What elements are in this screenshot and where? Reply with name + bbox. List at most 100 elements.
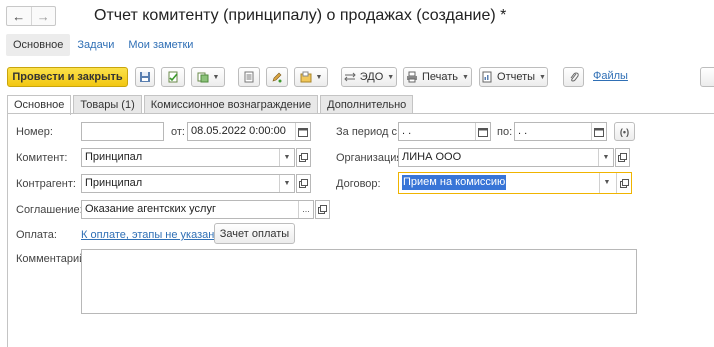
period-to-calendar-button[interactable] [591,123,606,140]
history-nav: ← → [6,6,56,26]
ellipsis-icon: ... [302,204,310,214]
organization-input[interactable]: ЛИНА ООО ▼ [398,148,614,167]
calendar-icon [594,127,604,137]
number-input[interactable] [81,122,164,141]
agreement-value: Оказание агентских услуг [85,203,216,215]
counterparty-value: Принципал [85,177,143,189]
period-select-button[interactable]: (•) [614,122,635,141]
chevron-down-icon: ▼ [602,154,610,161]
attach-button[interactable]: ▼ [294,67,328,87]
committent-input[interactable]: Принципал ▼ [81,148,295,167]
agreement-input[interactable]: Оказание агентских услуг ... [81,200,314,219]
chevron-down-icon: ▼ [539,73,546,81]
committent-dropdown-button[interactable]: ▼ [279,149,294,166]
agreement-label: Соглашение: [16,204,83,216]
committent-label: Комитент: [16,152,68,164]
calendar-button[interactable] [295,123,310,140]
agreement-open-button[interactable] [315,200,330,219]
contract-label: Договор: [336,178,381,190]
open-window-icon [299,179,308,188]
reports-button[interactable]: Отчеты ▼ [479,67,548,87]
back-button[interactable]: ← [7,7,31,25]
open-window-icon [618,153,627,162]
attachments-button[interactable] [563,67,584,87]
comment-label: Комментарий: [16,253,89,265]
open-window-icon [299,153,308,162]
date-value: 08.05.2022 0:00:00 [191,125,286,137]
edo-button[interactable]: ЭДО ▼ [341,67,397,87]
edit-button[interactable] [266,67,288,87]
date-input[interactable]: 08.05.2022 0:00:00 [187,122,311,141]
chevron-down-icon: ▼ [283,180,291,187]
payment-link[interactable]: К оплате, этапы не указаны [81,229,222,241]
create-based-on-button[interactable]: ▼ [191,67,225,87]
period-to-value: . . [518,125,528,137]
contract-value: Прием на комиссию [402,175,507,190]
printer-icon [407,71,417,83]
counterparty-input[interactable]: Принципал ▼ [81,174,295,193]
counterparty-label: Контрагент: [16,178,76,190]
subnav-tasks[interactable]: Задачи [70,34,121,56]
create-based-on-icon [197,72,209,83]
comment-textarea[interactable] [81,249,637,314]
calendar-icon [298,127,308,137]
save-button[interactable] [135,67,155,87]
payment-label: Оплата: [16,229,57,241]
calendar-icon [478,127,488,137]
chevron-down-icon: ▼ [315,73,323,81]
files-link[interactable]: Файлы [593,70,628,82]
subnav-main[interactable]: Основное [6,34,71,56]
contract-dropdown-button[interactable]: ▼ [599,173,614,193]
committent-open-button[interactable] [296,148,311,167]
counterparty-open-button[interactable] [296,174,311,193]
organization-open-button[interactable] [615,148,630,167]
chevron-down-icon: ▼ [387,73,395,81]
contract-input[interactable]: Прием на комиссию ▼ [398,172,632,194]
chevron-down-icon: ▼ [212,73,220,81]
period-from-label: За период с: [336,126,401,138]
contract-open-button[interactable] [616,173,631,193]
document-movements-button[interactable] [238,67,260,87]
period-from-input[interactable]: . . [398,122,491,141]
agreement-select-button[interactable]: ... [298,201,313,218]
more-actions-button[interactable] [700,67,714,87]
arrow-left-icon: ← [12,8,26,24]
tab-commission[interactable]: Комиссионное вознаграждение [143,95,319,114]
report-icon [482,71,492,83]
edo-label: ЭДО [359,71,384,83]
payment-offset-button[interactable]: Зачет оплаты [214,223,295,244]
window-title: Отчет комитенту (принципалу) о продажах … [94,7,507,24]
period-from-value: . . [402,125,412,137]
tab-goods[interactable]: Товары (1) [73,95,142,114]
tab-additional[interactable]: Дополнительно [320,95,414,114]
counterparty-dropdown-button[interactable]: ▼ [279,175,294,192]
panel-border [7,113,8,347]
open-window-icon [318,205,327,214]
print-label: Печать [422,71,459,83]
period-select-icon: (•) [619,126,630,137]
organization-dropdown-button[interactable]: ▼ [598,149,613,166]
period-from-calendar-button[interactable] [475,123,490,140]
open-window-icon [619,178,629,188]
edo-icon [344,72,356,82]
post-document-icon [168,71,178,83]
tab-main[interactable]: Основное [7,95,72,115]
forward-button[interactable]: → [30,7,56,25]
period-to-input[interactable]: . . [514,122,607,141]
document-folder-icon [300,71,312,83]
organization-value: ЛИНА ООО [402,151,462,163]
committent-value: Принципал [85,151,143,163]
print-button[interactable]: Печать ▼ [403,67,472,87]
chevron-down-icon: ▼ [283,154,291,161]
period-to-label: по: [497,126,513,138]
organization-label: Организация: [336,152,406,164]
paperclip-icon [570,72,579,82]
subnav-notes[interactable]: Мои заметки [121,34,200,56]
number-label: Номер: [16,126,53,138]
tab-divider [7,113,714,114]
list-icon [244,71,254,83]
post-and-close-button[interactable]: Провести и закрыть [7,67,128,87]
chevron-down-icon: ▼ [462,73,469,81]
chevron-down-icon: ▼ [603,179,611,186]
post-button[interactable] [161,67,185,87]
